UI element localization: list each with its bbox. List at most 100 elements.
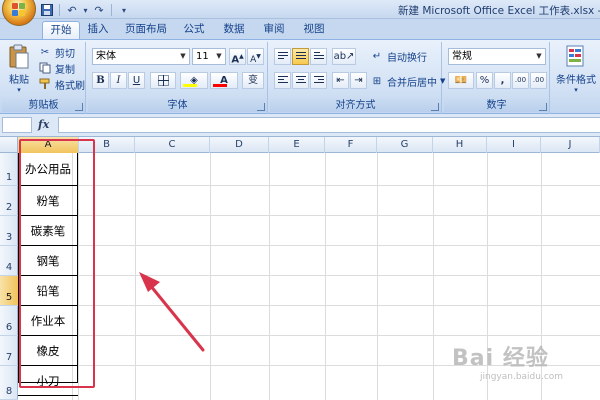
- align-top-icon: [278, 52, 288, 61]
- clipboard-dialog-launcher-icon[interactable]: [75, 103, 83, 111]
- wrap-text-icon: ↵: [372, 50, 382, 62]
- watermark-sub: jingyan.baidu.com: [480, 372, 564, 382]
- increase-indent-button[interactable]: ⇥: [350, 72, 367, 89]
- column-header-j[interactable]: J: [541, 137, 600, 153]
- grid-line: [269, 153, 270, 400]
- alignment-group: ab↗ ⇤ ⇥ ↵ 自动换行 ⊞ 合并后居中 ▼ 对齐方式: [270, 42, 446, 114]
- select-all-corner[interactable]: [0, 137, 18, 153]
- watermark-main: Bai 经验: [452, 346, 549, 371]
- italic-button[interactable]: I: [110, 72, 127, 89]
- align-right-button[interactable]: [310, 72, 327, 89]
- row-header-2[interactable]: 2: [0, 186, 18, 216]
- column-header-e[interactable]: E: [269, 137, 325, 153]
- font-name-combo[interactable]: 宋体 ▼: [92, 48, 190, 65]
- formula-input[interactable]: [58, 117, 600, 133]
- align-center-button[interactable]: [292, 72, 309, 89]
- save-icon[interactable]: [40, 3, 54, 17]
- underline-button[interactable]: U: [128, 72, 145, 89]
- alignment-dialog-launcher-icon[interactable]: [431, 103, 439, 111]
- column-header-c[interactable]: C: [135, 137, 210, 153]
- text-orientation-icon: ab↗: [333, 51, 355, 62]
- customize-qat-icon[interactable]: ▾: [117, 3, 131, 17]
- paintbrush-icon: [38, 77, 52, 91]
- grid-line: [210, 153, 211, 400]
- percent-button[interactable]: %: [476, 72, 493, 89]
- row-header-7[interactable]: 7: [0, 336, 18, 366]
- number-format-combo[interactable]: 常规 ▼: [448, 48, 546, 65]
- align-center-icon: [296, 76, 306, 85]
- decrease-decimal-button[interactable]: .00: [530, 72, 547, 89]
- decrease-indent-button[interactable]: ⇤: [332, 72, 349, 89]
- copy-button[interactable]: 复制: [38, 60, 75, 76]
- merge-center-button[interactable]: ⊞ 合并后居中 ▼: [370, 73, 446, 89]
- align-bottom-button[interactable]: [310, 48, 327, 65]
- quick-access-toolbar: ↶ ▾ ↷ ▾: [40, 2, 131, 18]
- column-header-d[interactable]: D: [210, 137, 269, 153]
- shrink-font-button[interactable]: A▼: [247, 48, 264, 65]
- row-header-1[interactable]: 1: [0, 153, 18, 186]
- column-header-i[interactable]: I: [487, 137, 541, 153]
- fill-color-button[interactable]: ◈: [180, 72, 208, 89]
- number-group-label: 数字: [444, 99, 549, 112]
- bold-button[interactable]: B: [92, 72, 109, 89]
- scissors-icon: ✂: [40, 46, 50, 58]
- borders-button[interactable]: [150, 72, 176, 89]
- fill-color-swatch: [183, 84, 197, 87]
- undo-dropdown-icon[interactable]: ▾: [82, 3, 89, 17]
- number-dialog-launcher-icon[interactable]: [539, 103, 547, 111]
- format-painter-button[interactable]: 格式刷: [38, 76, 85, 92]
- tab-page-layout[interactable]: 页面布局: [118, 21, 174, 39]
- chevron-down-icon: ▼: [216, 52, 222, 60]
- row-header-8[interactable]: 8: [0, 366, 18, 400]
- align-left-icon: [278, 76, 288, 85]
- column-header-f[interactable]: F: [325, 137, 377, 153]
- copy-icon: [38, 61, 52, 75]
- redo-icon[interactable]: ↷: [92, 3, 106, 17]
- merge-center-label: 合并后居中: [387, 77, 437, 89]
- comma-button[interactable]: ,: [494, 72, 511, 89]
- highlight-box: [19, 139, 95, 388]
- tab-review[interactable]: 审阅: [258, 21, 290, 39]
- currency-button[interactable]: 💴: [448, 72, 474, 89]
- wrap-text-button[interactable]: ↵ 自动换行: [370, 48, 427, 64]
- tab-insert[interactable]: 插入: [82, 21, 114, 39]
- row-headers: 1 2 3 4 5 6 7 8: [0, 153, 18, 400]
- font-group: 宋体 ▼ 11 ▼ A▲ A▼ B I U ◈ A 变 字体: [88, 42, 268, 114]
- grid-line: [377, 153, 378, 400]
- align-left-button[interactable]: [274, 72, 291, 89]
- column-header-h[interactable]: H: [433, 137, 487, 153]
- tab-home[interactable]: 开始: [42, 21, 80, 39]
- align-top-button[interactable]: [274, 48, 291, 65]
- cut-button[interactable]: ✂ 剪切: [38, 44, 75, 60]
- tab-data[interactable]: 数据: [218, 21, 250, 39]
- currency-icon: 💴: [454, 75, 468, 86]
- undo-icon[interactable]: ↶: [65, 3, 79, 17]
- grow-font-button[interactable]: A▲: [229, 48, 246, 65]
- row-header-5[interactable]: 5: [0, 276, 18, 306]
- increase-indent-icon: ⇥: [354, 75, 363, 86]
- orientation-button[interactable]: ab↗: [332, 48, 356, 65]
- chevron-down-icon: ▼: [180, 52, 186, 60]
- conditional-formatting-button[interactable]: 条件格式 ▾: [554, 44, 598, 96]
- merge-cells-icon: ⊞: [372, 75, 382, 87]
- paste-button[interactable]: 粘贴 ▾: [5, 44, 33, 96]
- row-header-3[interactable]: 3: [0, 216, 18, 246]
- tab-view[interactable]: 视图: [298, 21, 330, 39]
- insert-function-icon[interactable]: fx: [38, 118, 49, 131]
- align-middle-button[interactable]: [292, 48, 309, 65]
- qat-separator: [59, 4, 60, 16]
- row-header-6[interactable]: 6: [0, 306, 18, 336]
- font-color-button[interactable]: A: [210, 72, 238, 89]
- qat-separator: [111, 4, 112, 16]
- decrease-indent-icon: ⇤: [336, 75, 345, 86]
- column-header-g[interactable]: G: [377, 137, 433, 153]
- row-header-4[interactable]: 4: [0, 246, 18, 276]
- font-dialog-launcher-icon[interactable]: [257, 103, 265, 111]
- grid-line: [325, 153, 326, 400]
- phonetic-button[interactable]: 变: [242, 72, 264, 89]
- name-box[interactable]: [2, 117, 32, 133]
- tab-formulas[interactable]: 公式: [178, 21, 210, 39]
- font-size-combo[interactable]: 11 ▼: [192, 48, 226, 65]
- grid-line: [135, 153, 136, 400]
- increase-decimal-button[interactable]: .00: [512, 72, 529, 89]
